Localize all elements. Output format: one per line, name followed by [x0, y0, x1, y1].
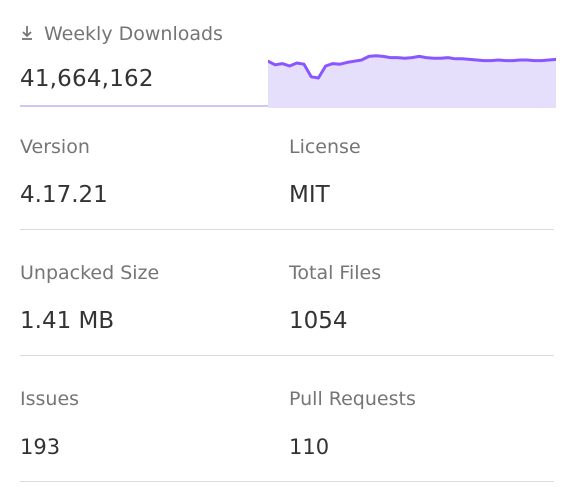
- weekly-downloads-underline: [20, 105, 268, 107]
- pull-requests-value: 110: [289, 435, 330, 459]
- stat-version: Version 4.17.21: [20, 133, 270, 209]
- stat-pull-requests: Pull Requests 110: [289, 385, 539, 461]
- unpacked-size-label: Unpacked Size: [20, 262, 160, 284]
- weekly-downloads-sparkline[interactable]: [268, 44, 556, 108]
- version-label: Version: [20, 136, 90, 158]
- pull-requests-link[interactable]: Pull Requests: [289, 385, 539, 413]
- download-icon: [20, 24, 34, 42]
- divider: [20, 229, 554, 230]
- issues-link[interactable]: Issues: [20, 385, 270, 413]
- weekly-downloads-count: 41,664,162: [20, 66, 154, 92]
- license-value: MIT: [289, 182, 330, 208]
- divider: [20, 355, 554, 356]
- stat-issues: Issues 193: [20, 385, 270, 461]
- stat-license: License MIT: [289, 133, 539, 209]
- stat-total-files: Total Files 1054: [289, 259, 539, 335]
- unpacked-size-value: 1.41 MB: [20, 308, 115, 334]
- total-files-value: 1054: [289, 308, 348, 334]
- issues-value: 193: [20, 435, 61, 459]
- stat-unpacked-size: Unpacked Size 1.41 MB: [20, 259, 270, 335]
- version-value: 4.17.21: [20, 182, 108, 208]
- license-label: License: [289, 136, 361, 158]
- divider: [20, 481, 554, 482]
- weekly-downloads-header: Weekly Downloads: [20, 20, 223, 48]
- sparkline-area: [268, 55, 556, 108]
- weekly-downloads-title: Weekly Downloads: [44, 23, 223, 45]
- total-files-label: Total Files: [289, 262, 382, 284]
